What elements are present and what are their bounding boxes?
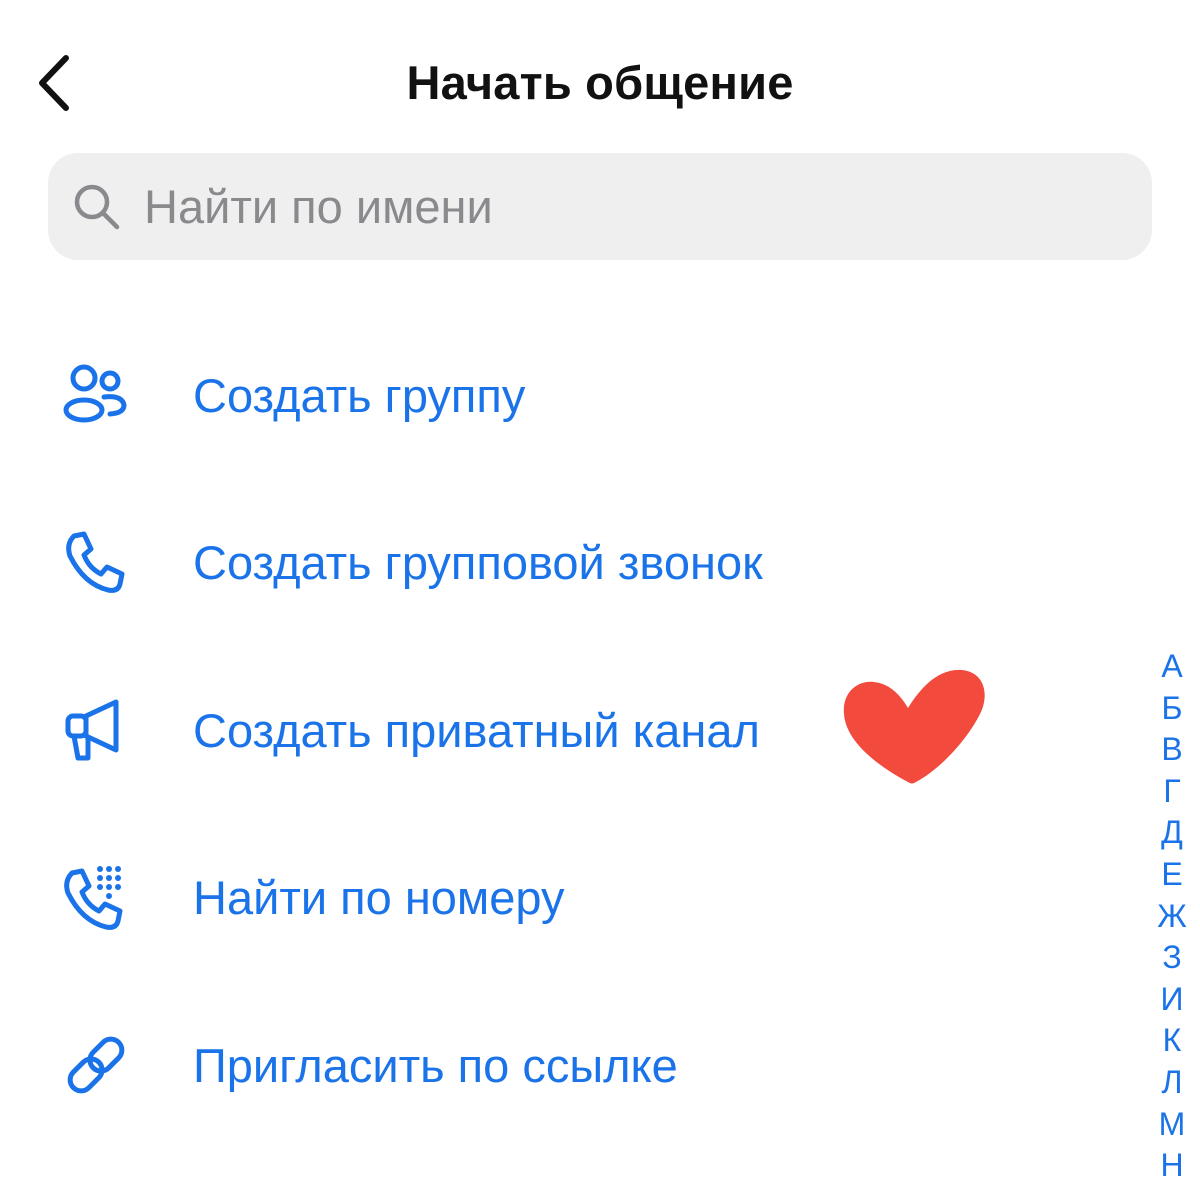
- link-icon: [56, 1025, 136, 1105]
- search-icon: [70, 180, 124, 234]
- index-letter[interactable]: Г: [1163, 771, 1180, 813]
- index-letter[interactable]: Д: [1161, 812, 1183, 854]
- phone-dialpad-icon: [56, 857, 136, 937]
- header: Начать общение: [0, 0, 1200, 160]
- create-group-call-item[interactable]: Создать групповой звонок: [0, 477, 1140, 637]
- index-letter[interactable]: Е: [1161, 854, 1182, 896]
- find-by-number-item[interactable]: Найти по номеру: [0, 812, 1140, 972]
- action-label: Создать приватный канал: [193, 704, 760, 757]
- search-input[interactable]: [144, 179, 1044, 234]
- index-letter[interactable]: М: [1159, 1104, 1186, 1146]
- index-letter[interactable]: Б: [1162, 688, 1183, 730]
- create-group-item[interactable]: Создать группу: [0, 310, 1140, 470]
- index-letter[interactable]: В: [1161, 729, 1182, 771]
- index-letter[interactable]: Ж: [1157, 896, 1187, 938]
- action-label: Создать групповой звонок: [193, 536, 763, 589]
- action-label: Пригласить по ссылке: [193, 1039, 678, 1092]
- search-bar[interactable]: [48, 153, 1152, 260]
- alphabet-index[interactable]: А Б В Г Д Е Ж З И К Л М Н: [1152, 646, 1192, 1187]
- index-letter[interactable]: Л: [1162, 1062, 1183, 1104]
- phone-icon: [56, 522, 136, 602]
- action-label: Создать группу: [193, 369, 526, 422]
- index-letter[interactable]: К: [1163, 1020, 1182, 1062]
- action-label: Найти по номеру: [193, 871, 565, 924]
- group-icon: [56, 355, 136, 435]
- index-letter[interactable]: А: [1161, 646, 1182, 688]
- megaphone-icon: [56, 690, 136, 770]
- invite-by-link-item[interactable]: Пригласить по ссылке: [0, 980, 1140, 1140]
- heart-sticker: [843, 669, 985, 784]
- index-letter[interactable]: Н: [1160, 1145, 1183, 1187]
- page-title: Начать общение: [406, 56, 794, 109]
- index-letter[interactable]: З: [1162, 937, 1181, 979]
- index-letter[interactable]: И: [1161, 979, 1184, 1021]
